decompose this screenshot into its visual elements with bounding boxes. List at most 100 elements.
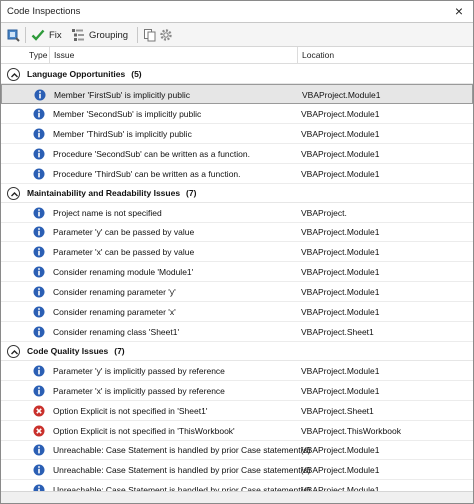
location-text: VBAProject.Module1: [301, 128, 380, 139]
issue-text: Option Explicit is not specified in 'She…: [53, 405, 208, 416]
info-icon: [33, 385, 45, 397]
collapse-toggle[interactable]: [7, 68, 20, 81]
group-header[interactable]: Language Opportunities (5): [1, 65, 473, 84]
chevron-up-icon: [11, 349, 18, 355]
info-icon: [33, 108, 45, 120]
copy-button[interactable]: [143, 27, 157, 43]
group-count: (7): [186, 187, 197, 198]
column-header-issue[interactable]: Issue: [54, 50, 74, 60]
issue-text: Parameter 'x' is implicitly passed by re…: [53, 385, 225, 396]
issue-text: Parameter 'x' can be passed by value: [53, 247, 195, 258]
group-header[interactable]: Code Quality Issues (7): [1, 341, 473, 361]
info-icon: [33, 484, 45, 491]
inspection-row[interactable]: Parameter 'x' can be passed by value VBAP…: [1, 242, 473, 263]
group-name: Language Opportunities: [27, 69, 126, 79]
status-bar: [1, 491, 473, 503]
inspection-row[interactable]: Unreachable: Case Statement is handled b…: [1, 480, 473, 491]
group-label: Language Opportunities (5): [27, 69, 142, 79]
column-divider[interactable]: [297, 47, 298, 64]
collapse-toggle[interactable]: [7, 344, 20, 358]
info-icon: [33, 365, 45, 377]
collapse-toggle[interactable]: [7, 186, 20, 200]
location-text: VBAProject.Module1: [301, 267, 380, 278]
inspection-row[interactable]: Parameter 'x' is implicitly passed by re…: [1, 381, 473, 401]
group-name: Code Quality Issues: [27, 345, 109, 356]
location-text: VBAProject.Module1: [301, 307, 380, 317]
info-icon: [33, 148, 45, 160]
issue-text: Member 'SecondSub' is implicitly public: [53, 108, 202, 119]
inspection-row[interactable]: Project name is not specified VBAProject.: [1, 203, 473, 223]
info-icon: [33, 286, 45, 298]
fix-label: Fix: [49, 29, 62, 41]
issue-text: Consider renaming parameter 'y': [53, 287, 176, 298]
inspection-row[interactable]: Parameter 'y' is implicitly passed by re…: [1, 361, 473, 381]
issue-text: Unreachable: Case Statement is handled b…: [53, 465, 311, 476]
issue-text: Procedure 'ThirdSub' can be written as a…: [53, 168, 241, 179]
toolbar: Fix Grouping: [1, 23, 473, 47]
inspection-row[interactable]: Procedure 'SecondSub' can be written as …: [1, 144, 473, 164]
info-icon: [33, 246, 45, 258]
info-icon: [33, 444, 45, 456]
column-header-row: Type Issue Location: [1, 47, 473, 64]
issue-text: Member 'FirstSub' is implicitly public: [54, 90, 190, 100]
location-text: VBAProject.Module1: [301, 108, 380, 119]
location-text: VBAProject.Module1: [302, 90, 381, 100]
window-title: Code Inspections: [7, 6, 81, 17]
info-icon: [33, 207, 45, 218]
location-text: VBAProject.Sheet1: [301, 326, 374, 337]
group-label: Maintainability and Readability Issues (7…: [27, 188, 196, 198]
group-count: (7): [114, 345, 125, 356]
issue-text: Consider renaming parameter 'x': [53, 307, 176, 317]
error-icon: [33, 405, 45, 417]
location-text: VBAProject.Module1: [301, 148, 380, 159]
fix-button[interactable]: Fix: [31, 27, 62, 43]
inspection-row[interactable]: Option Explicit is not specified in 'Thi…: [1, 421, 473, 441]
issue-text: Project name is not specified: [53, 207, 162, 218]
inspection-row[interactable]: Procedure 'ThirdSub' can be written as a…: [1, 164, 473, 184]
issue-text: Parameter 'y' can be passed by value: [53, 227, 195, 238]
inspection-row[interactable]: Consider renaming parameter 'y' VBAProjec…: [1, 282, 473, 303]
column-header-type[interactable]: Type: [29, 50, 47, 60]
info-icon: [34, 89, 46, 101]
info-icon: [33, 226, 45, 238]
inspection-row[interactable]: Member 'SecondSub' is implicitly public V…: [1, 104, 473, 124]
location-text: VBAProject.Module1: [301, 287, 380, 298]
column-header-location[interactable]: Location: [302, 50, 334, 60]
info-icon: [33, 464, 45, 476]
inspection-row[interactable]: Unreachable: Case Statement is handled b…: [1, 460, 473, 481]
chevron-up-icon: [11, 73, 18, 78]
issue-text: Member 'ThirdSub' is implicitly public: [53, 128, 192, 139]
inspection-row[interactable]: Member 'ThirdSub' is implicitly public VB…: [1, 124, 473, 144]
issue-text: Parameter 'y' is implicitly passed by re…: [53, 365, 225, 376]
inspection-row[interactable]: Consider renaming parameter 'x' VBAProjec…: [1, 302, 473, 322]
inspection-row[interactable]: Consider renaming class 'Sheet1' VBAProje…: [1, 322, 473, 342]
group-name: Maintainability and Readability Issues: [27, 187, 181, 198]
location-text: VBAProject.Module1: [301, 445, 380, 456]
title-bar[interactable]: Code Inspections ×: [1, 1, 473, 23]
group-header[interactable]: Maintainability and Readability Issues (7…: [1, 183, 473, 203]
inspection-row[interactable]: Consider renaming module 'Module1' VBAPro…: [1, 262, 473, 283]
issue-text: Option Explicit is not specified in 'Thi…: [53, 425, 235, 436]
grouping-icon: [72, 29, 84, 41]
inspection-row[interactable]: Member 'FirstSub' is implicitly public VB…: [1, 84, 473, 104]
gear-icon: [160, 29, 172, 41]
toolbar-separator: [137, 27, 138, 43]
inspection-row[interactable]: Unreachable: Case Statement is handled b…: [1, 440, 473, 461]
chevron-up-icon: [11, 191, 18, 196]
copy-icon: [144, 29, 156, 42]
inspection-row[interactable]: Option Explicit is not specified in 'She…: [1, 401, 473, 421]
toolbar-separator: [25, 27, 26, 43]
column-divider[interactable]: [49, 47, 50, 64]
settings-button[interactable]: [159, 27, 173, 43]
location-text: VBAProject.Sheet1: [301, 405, 374, 416]
grouping-label: Grouping: [89, 29, 129, 41]
issue-text: Consider renaming class 'Sheet1': [53, 326, 180, 337]
code-inspections-window: Code Inspections × Fix Grouping Type Iss…: [0, 0, 474, 504]
refresh-icon: [7, 29, 20, 42]
refresh-button[interactable]: [7, 27, 21, 43]
group-label: Code Quality Issues (7): [27, 346, 125, 356]
close-button[interactable]: ×: [451, 3, 467, 19]
info-icon: [33, 266, 45, 278]
grouping-button[interactable]: Grouping: [71, 27, 128, 43]
inspection-row[interactable]: Parameter 'y' can be passed by value VBAP…: [1, 222, 473, 243]
